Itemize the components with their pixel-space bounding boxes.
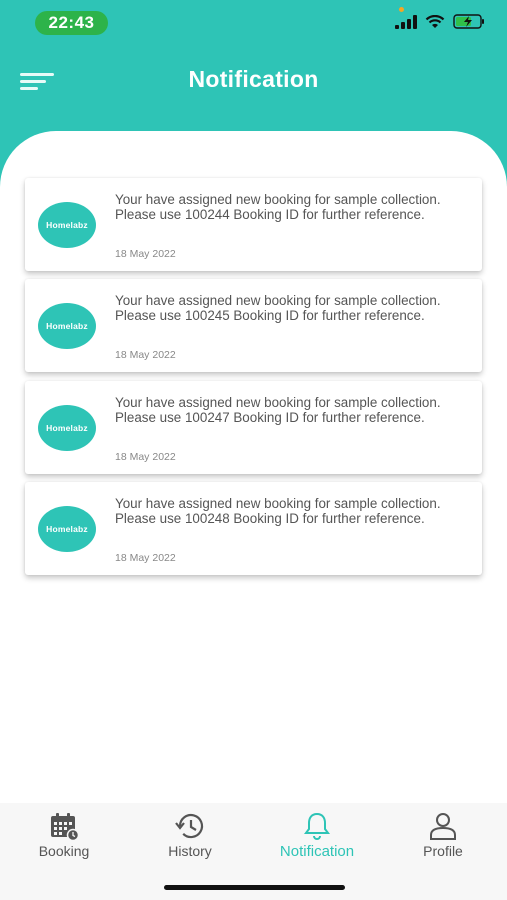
bell-icon	[304, 812, 330, 840]
status-bar: 22:43	[0, 0, 507, 48]
page-title: Notification	[188, 66, 319, 92]
battery-charging-icon	[453, 14, 484, 29]
notification-date: 18 May 2022	[115, 349, 176, 361]
header: Notification	[0, 48, 507, 132]
privacy-indicator-dot	[399, 7, 404, 12]
tab-label: Profile	[423, 843, 463, 859]
calendar-icon	[51, 813, 79, 841]
history-icon	[175, 813, 204, 839]
status-icons	[395, 14, 485, 29]
notification-card[interactable]: Homelabz Your have assigned new booking …	[25, 279, 482, 372]
tab-profile[interactable]: Profile	[388, 811, 498, 867]
tab-label: Notification	[279, 843, 355, 860]
home-indicator	[164, 885, 345, 890]
homelabz-logo: Homelabz	[38, 405, 96, 451]
homelabz-logo: Homelabz	[38, 202, 96, 248]
notification-date: 18 May 2022	[115, 451, 176, 463]
notification-message: Your have assigned new booking for sampl…	[115, 395, 441, 425]
notification-card[interactable]: Homelabz Your have assigned new booking …	[25, 381, 482, 474]
notification-message: Your have assigned new booking for sampl…	[115, 192, 441, 222]
homelabz-logo: Homelabz	[38, 506, 96, 552]
homelabz-logo: Homelabz	[38, 303, 96, 349]
tab-booking[interactable]: Booking	[9, 811, 119, 867]
tab-label: Booking	[38, 843, 90, 859]
tab-history[interactable]: History	[135, 811, 245, 867]
person-icon	[430, 813, 456, 840]
tab-notification[interactable]: Notification	[262, 811, 372, 867]
notification-card[interactable]: Homelabz Your have assigned new booking …	[25, 178, 482, 271]
notification-card[interactable]: Homelabz Your have assigned new booking …	[25, 482, 482, 575]
wifi-icon	[425, 14, 445, 28]
notification-message: Your have assigned new booking for sampl…	[115, 293, 441, 323]
status-time: 22:43	[35, 11, 108, 35]
cellular-signal-icon	[395, 14, 417, 29]
notification-date: 18 May 2022	[115, 248, 176, 260]
notification-list-panel: Homelabz Your have assigned new booking …	[0, 131, 507, 803]
notification-date: 18 May 2022	[115, 552, 176, 564]
notification-message: Your have assigned new booking for sampl…	[115, 496, 441, 526]
tab-label: History	[168, 843, 212, 859]
